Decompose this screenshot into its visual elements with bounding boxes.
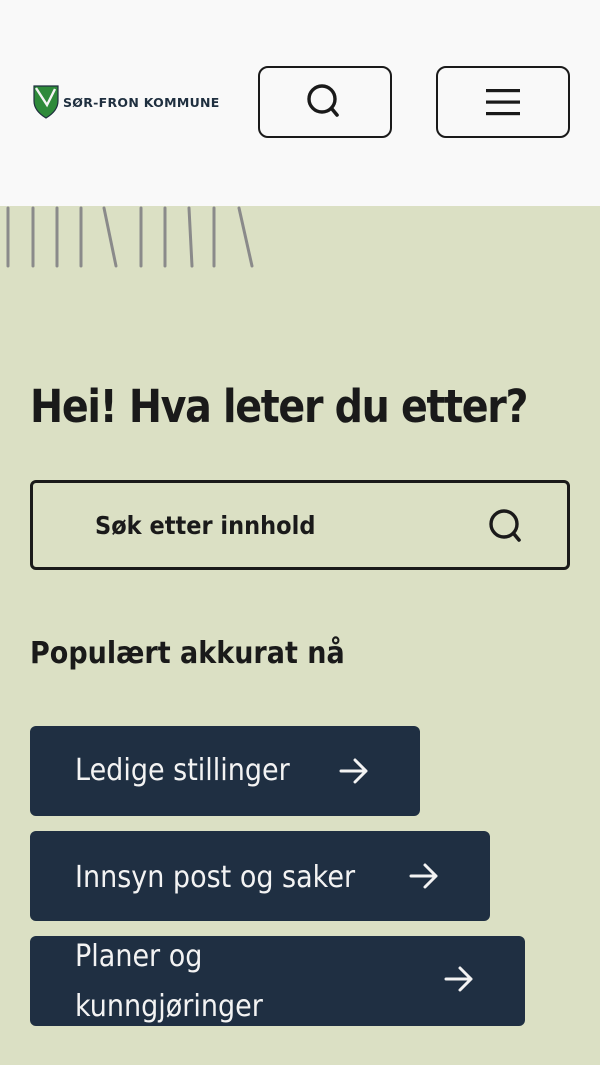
quick-link-innsyn-post-og-saker[interactable]: Innsyn post og saker bbox=[30, 831, 490, 921]
site-header: SØR-FRON KOMMUNE bbox=[0, 0, 600, 206]
arrow-right-icon bbox=[409, 863, 438, 889]
hamburger-menu-icon bbox=[486, 89, 520, 116]
quick-link-ledige-stillinger[interactable]: Ledige stillinger bbox=[30, 726, 420, 816]
site-logo[interactable]: SØR-FRON KOMMUNE bbox=[33, 85, 220, 119]
page-title: Hei! Hva leter du etter? bbox=[30, 380, 528, 433]
search-placeholder: Søk etter innhold bbox=[95, 511, 316, 540]
quick-link-label: Ledige stillinger bbox=[75, 753, 290, 788]
logo-text: SØR-FRON KOMMUNE bbox=[63, 94, 220, 110]
popular-heading: Populært akkurat nå bbox=[30, 636, 345, 671]
search-icon bbox=[307, 84, 339, 117]
decorative-lines bbox=[6, 206, 254, 268]
header-menu-button[interactable] bbox=[436, 66, 570, 138]
arrow-right-icon bbox=[444, 966, 473, 992]
search-icon[interactable] bbox=[487, 507, 527, 547]
quick-link-planer-og-kunngjoringer[interactable]: Planer og kunngjøringer bbox=[30, 936, 525, 1026]
quick-link-label: Innsyn post og saker bbox=[75, 860, 356, 895]
arrow-right-icon bbox=[339, 758, 368, 784]
header-search-button[interactable] bbox=[258, 66, 392, 138]
quick-link-label: Planer og kunngjøringer bbox=[75, 939, 263, 1024]
municipality-crest-icon bbox=[33, 85, 59, 119]
search-input[interactable]: Søk etter innhold bbox=[30, 480, 570, 570]
